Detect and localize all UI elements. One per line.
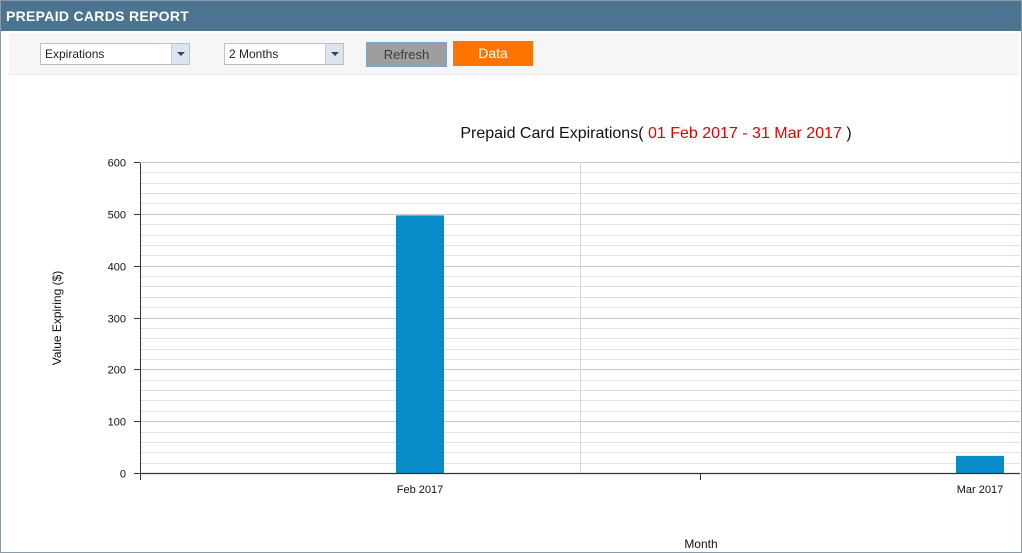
- y-tick-label: 100: [108, 417, 126, 429]
- y-axis-title: Value Expiring ($): [50, 271, 64, 366]
- report-panel: PREPAID CARDS REPORT Expirations 2 Month…: [0, 0, 1022, 553]
- expirations-chart: 0 100 200 300 400 500 600 Feb 2017 Mar 2017 Month…: [50, 158, 1020, 551]
- x-tick-label: Mar 2017: [957, 484, 1003, 496]
- x-tick-label: Feb 2017: [397, 484, 443, 496]
- y-tick-label: 200: [108, 365, 126, 377]
- y-tick-label: 0: [120, 469, 126, 481]
- y-tick-label: 500: [108, 210, 126, 222]
- y-tick-label: 400: [108, 262, 126, 274]
- x-axis-title: Month: [684, 537, 717, 551]
- bar: [396, 215, 444, 473]
- y-tick-label: 600: [108, 158, 126, 170]
- bar: [956, 455, 1004, 473]
- y-tick-label: 300: [108, 314, 126, 326]
